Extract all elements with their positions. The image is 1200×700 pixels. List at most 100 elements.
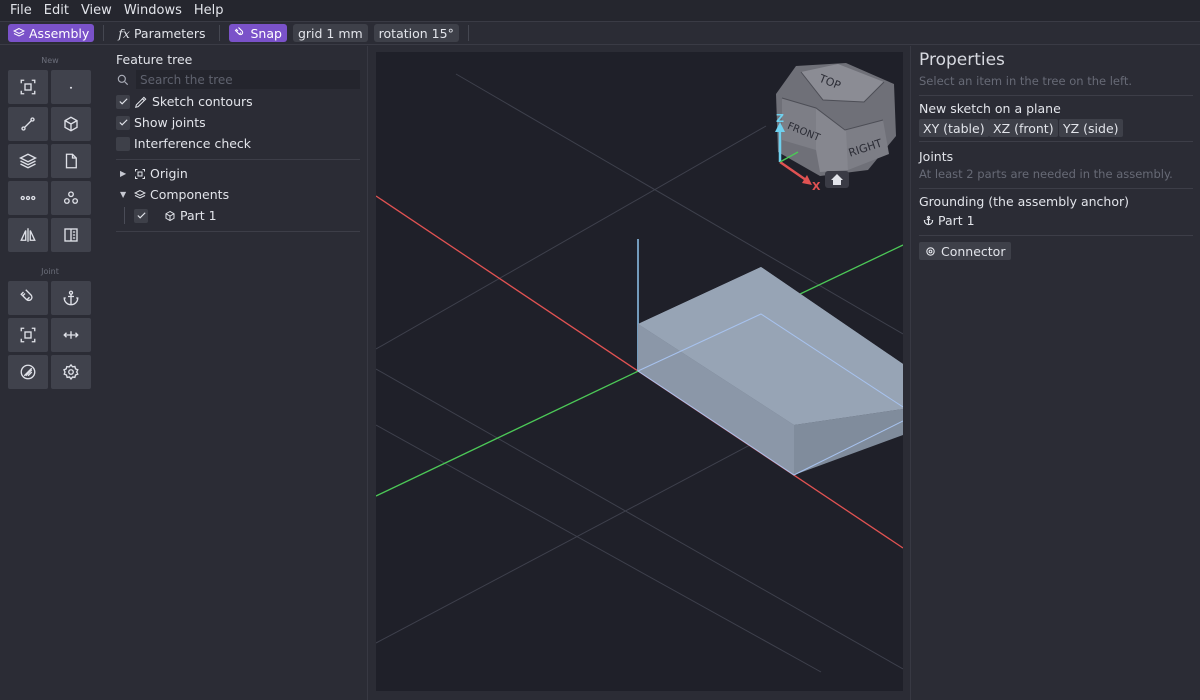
show-joints-label: Show joints <box>134 115 206 130</box>
layers-icon <box>19 153 37 169</box>
slider-joint-button[interactable] <box>51 318 91 352</box>
move-horizontal-icon <box>63 331 79 339</box>
select-joint-button[interactable] <box>8 318 48 352</box>
show-joints-checkbox[interactable] <box>116 115 130 130</box>
assembly-button[interactable]: Assembly <box>8 24 95 42</box>
layers-icon <box>134 189 146 199</box>
box-button[interactable] <box>51 107 91 141</box>
joints-note: At least 2 parts are needed in the assem… <box>919 167 1173 181</box>
interference-check-checkbox[interactable] <box>116 136 130 151</box>
magnet-icon <box>20 289 33 302</box>
grounding-part-label: Part 1 <box>938 213 975 228</box>
joint-settings-button[interactable] <box>51 355 91 389</box>
line-button[interactable] <box>8 107 48 141</box>
option-sketch-contours[interactable]: Sketch contours <box>116 93 253 110</box>
tree-item-origin[interactable]: ▶ Origin <box>120 165 188 182</box>
checkmark-icon <box>118 98 128 105</box>
anchor-button[interactable] <box>51 281 91 315</box>
triad-z-label: Z <box>776 112 784 125</box>
function-icon: fx <box>118 25 130 41</box>
sketch-icon <box>135 96 147 108</box>
properties-title: Properties <box>919 50 1005 70</box>
triad-x-label: X <box>812 180 821 193</box>
tree-search-input[interactable] <box>136 70 360 89</box>
part-1-label: Part 1 <box>180 208 217 223</box>
gauge-icon <box>20 364 36 380</box>
toolbar-divider <box>103 25 105 41</box>
menu-file[interactable]: File <box>4 0 38 21</box>
option-interference-check[interactable]: Interference check <box>116 135 251 152</box>
properties-subtitle: Select an item in the tree on the left. <box>919 74 1133 88</box>
rotation-step-field[interactable]: rotation 15° <box>373 24 459 42</box>
point-button[interactable] <box>51 70 91 104</box>
plane-yz-button[interactable]: YZ (side) <box>1059 119 1123 137</box>
snap-toggle[interactable]: Snap <box>229 24 287 42</box>
feature-tree-title: Feature tree <box>116 52 193 67</box>
sketch-contours-label: Sketch contours <box>152 94 253 109</box>
connector-button[interactable]: Connector <box>919 242 1012 260</box>
snap-label: Snap <box>250 25 282 41</box>
tree-search <box>116 70 360 89</box>
revolute-joint-button[interactable] <box>8 355 48 389</box>
feature-tree-panel: Feature tree Sketch contours Show joints… <box>100 46 368 700</box>
tree-item-components[interactable]: ▼ Components <box>120 186 229 203</box>
tree-indent-guide <box>124 207 125 224</box>
checkmark-icon <box>136 212 146 219</box>
tree-item-part-1[interactable]: Part 1 <box>124 207 217 224</box>
parameters-label: Parameters <box>133 25 206 41</box>
menu-view[interactable]: View <box>75 0 118 21</box>
layers-button[interactable] <box>8 144 48 178</box>
option-show-joints[interactable]: Show joints <box>116 114 206 131</box>
plane-xz-button[interactable]: XZ (front) <box>989 119 1058 137</box>
mirror-button[interactable] <box>8 218 48 252</box>
connector-label: Connector <box>941 243 1006 259</box>
properties-divider <box>919 188 1193 189</box>
grounding-part[interactable]: Part 1 <box>923 213 975 228</box>
menu-windows[interactable]: Windows <box>118 0 188 21</box>
sketch-contours-checkbox[interactable] <box>116 94 130 109</box>
mirror-icon <box>20 228 36 242</box>
pattern-button[interactable] <box>8 181 48 215</box>
grid-size-field[interactable]: grid 1 mm <box>292 24 368 42</box>
part-1-body[interactable] <box>637 267 903 476</box>
properties-divider <box>919 141 1193 142</box>
3d-viewport[interactable]: TOP FRONT RIGHT Z X <box>376 52 903 691</box>
anchor-icon <box>923 215 934 226</box>
part-top <box>638 267 903 425</box>
part-1-visibility-checkbox[interactable] <box>134 208 148 223</box>
components-button[interactable] <box>51 181 91 215</box>
properties-divider <box>919 235 1193 236</box>
joints-heading: Joints <box>919 149 954 164</box>
viewport-canvas[interactable]: TOP FRONT RIGHT Z X <box>376 52 903 691</box>
view-cube[interactable]: TOP FRONT RIGHT Z X <box>775 63 896 193</box>
menu-edit[interactable]: Edit <box>38 0 75 21</box>
toolbar-divider <box>219 25 221 41</box>
select-frame-button[interactable] <box>8 70 48 104</box>
anchor-icon <box>63 290 79 306</box>
assembly-label: Assembly <box>29 25 90 41</box>
panel-button[interactable] <box>51 218 91 252</box>
collapse-caret-icon[interactable]: ▼ <box>120 190 130 199</box>
plane-xy-button[interactable]: XY (table) <box>919 119 989 137</box>
tree-divider <box>116 159 360 160</box>
new-sketch-heading: New sketch on a plane <box>919 101 1061 116</box>
menu-help[interactable]: Help <box>188 0 230 21</box>
cube-icon <box>165 210 175 221</box>
point-icon <box>69 86 73 89</box>
expand-caret-icon[interactable]: ▶ <box>120 169 130 178</box>
snap-joint-button[interactable] <box>8 281 48 315</box>
panel-icon <box>64 228 78 242</box>
properties-divider <box>919 95 1193 96</box>
document-button[interactable] <box>51 144 91 178</box>
document-icon <box>65 153 77 169</box>
triad-x-arrow <box>802 175 812 185</box>
parameters-button[interactable]: fx Parameters <box>113 24 210 42</box>
tree-divider <box>116 231 360 232</box>
cube-icon <box>64 116 78 132</box>
pattern-icon <box>20 195 36 201</box>
frame-select-icon <box>20 327 36 343</box>
menu-bar: File Edit View Windows Help <box>0 0 1200 21</box>
toolbar-divider <box>467 25 469 41</box>
components-icon <box>63 191 79 204</box>
target-icon <box>926 246 935 256</box>
